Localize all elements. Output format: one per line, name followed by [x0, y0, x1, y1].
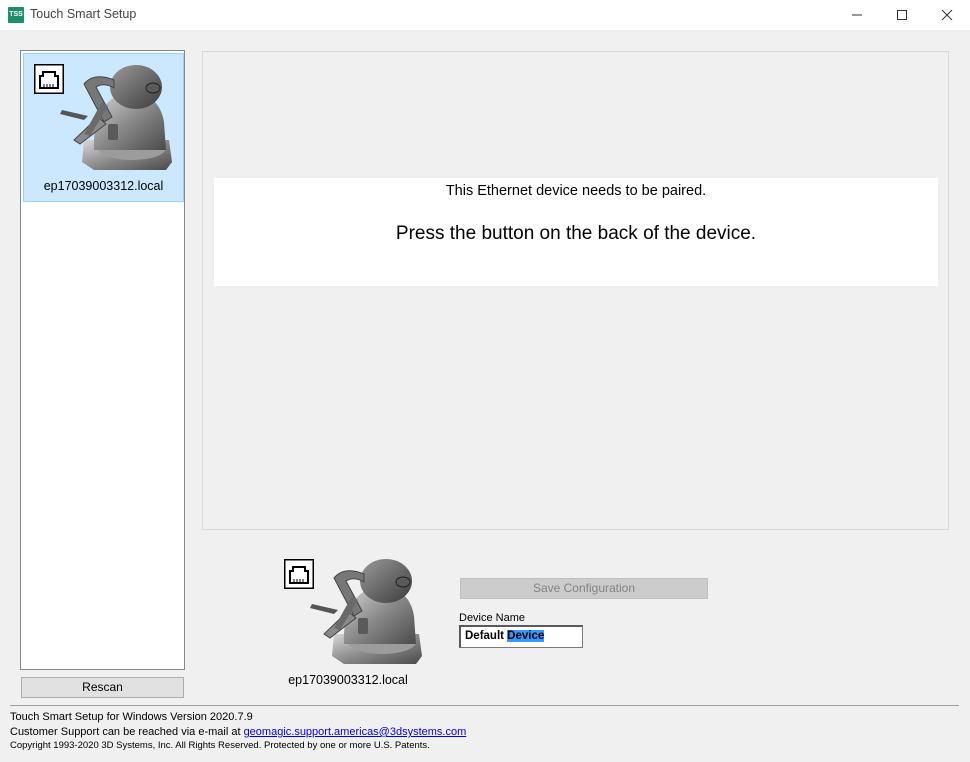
rescan-button[interactable]: Rescan [21, 677, 184, 698]
close-button[interactable] [924, 0, 970, 30]
device-list[interactable]: ep17039003312.local [20, 50, 185, 670]
pairing-message-box: This Ethernet device needs to be paired.… [214, 178, 938, 286]
main-panel: This Ethernet device needs to be paired.… [202, 51, 949, 530]
device-name-label: Device Name [459, 612, 526, 624]
footer-divider [10, 705, 959, 706]
device-name-input[interactable]: Default Device [459, 625, 583, 648]
haptic-device-icon [309, 558, 423, 665]
ethernet-port-icon [284, 559, 314, 589]
device-name-text: Default [465, 630, 508, 642]
save-configuration-button[interactable]: Save Configuration [460, 578, 708, 599]
app-icon: TSS [8, 7, 24, 23]
close-icon [941, 9, 953, 21]
selected-device-label: ep17039003312.local [288, 673, 408, 687]
minimize-button[interactable] [834, 0, 880, 30]
maximize-button[interactable] [879, 0, 925, 30]
device-item-label: ep17039003312.local [43, 179, 164, 193]
pairing-instruction: Press the button on the back of the devi… [395, 223, 757, 244]
copyright-text: Copyright 1993-2020 3D Systems, Inc. All… [10, 740, 430, 751]
device-name-selected-text: Device [507, 630, 545, 642]
minimize-icon [852, 14, 862, 16]
haptic-device-icon [59, 64, 173, 171]
support-prefix: Customer Support can be reached via e-ma… [10, 726, 244, 738]
selected-device-preview: ep17039003312.local [284, 556, 424, 691]
ethernet-port-icon [34, 64, 64, 94]
support-text: Customer Support can be reached via e-ma… [10, 726, 466, 738]
device-list-item[interactable]: ep17039003312.local [23, 53, 184, 202]
title-bar: TSS Touch Smart Setup [0, 0, 970, 30]
support-email-link[interactable]: geomagic.support.americas@3dsystems.com [244, 726, 467, 738]
pairing-message: This Ethernet device needs to be paired. [445, 183, 707, 199]
version-text: Touch Smart Setup for Windows Version 20… [10, 711, 253, 723]
window-title: Touch Smart Setup [30, 7, 137, 21]
maximize-icon [897, 10, 907, 20]
